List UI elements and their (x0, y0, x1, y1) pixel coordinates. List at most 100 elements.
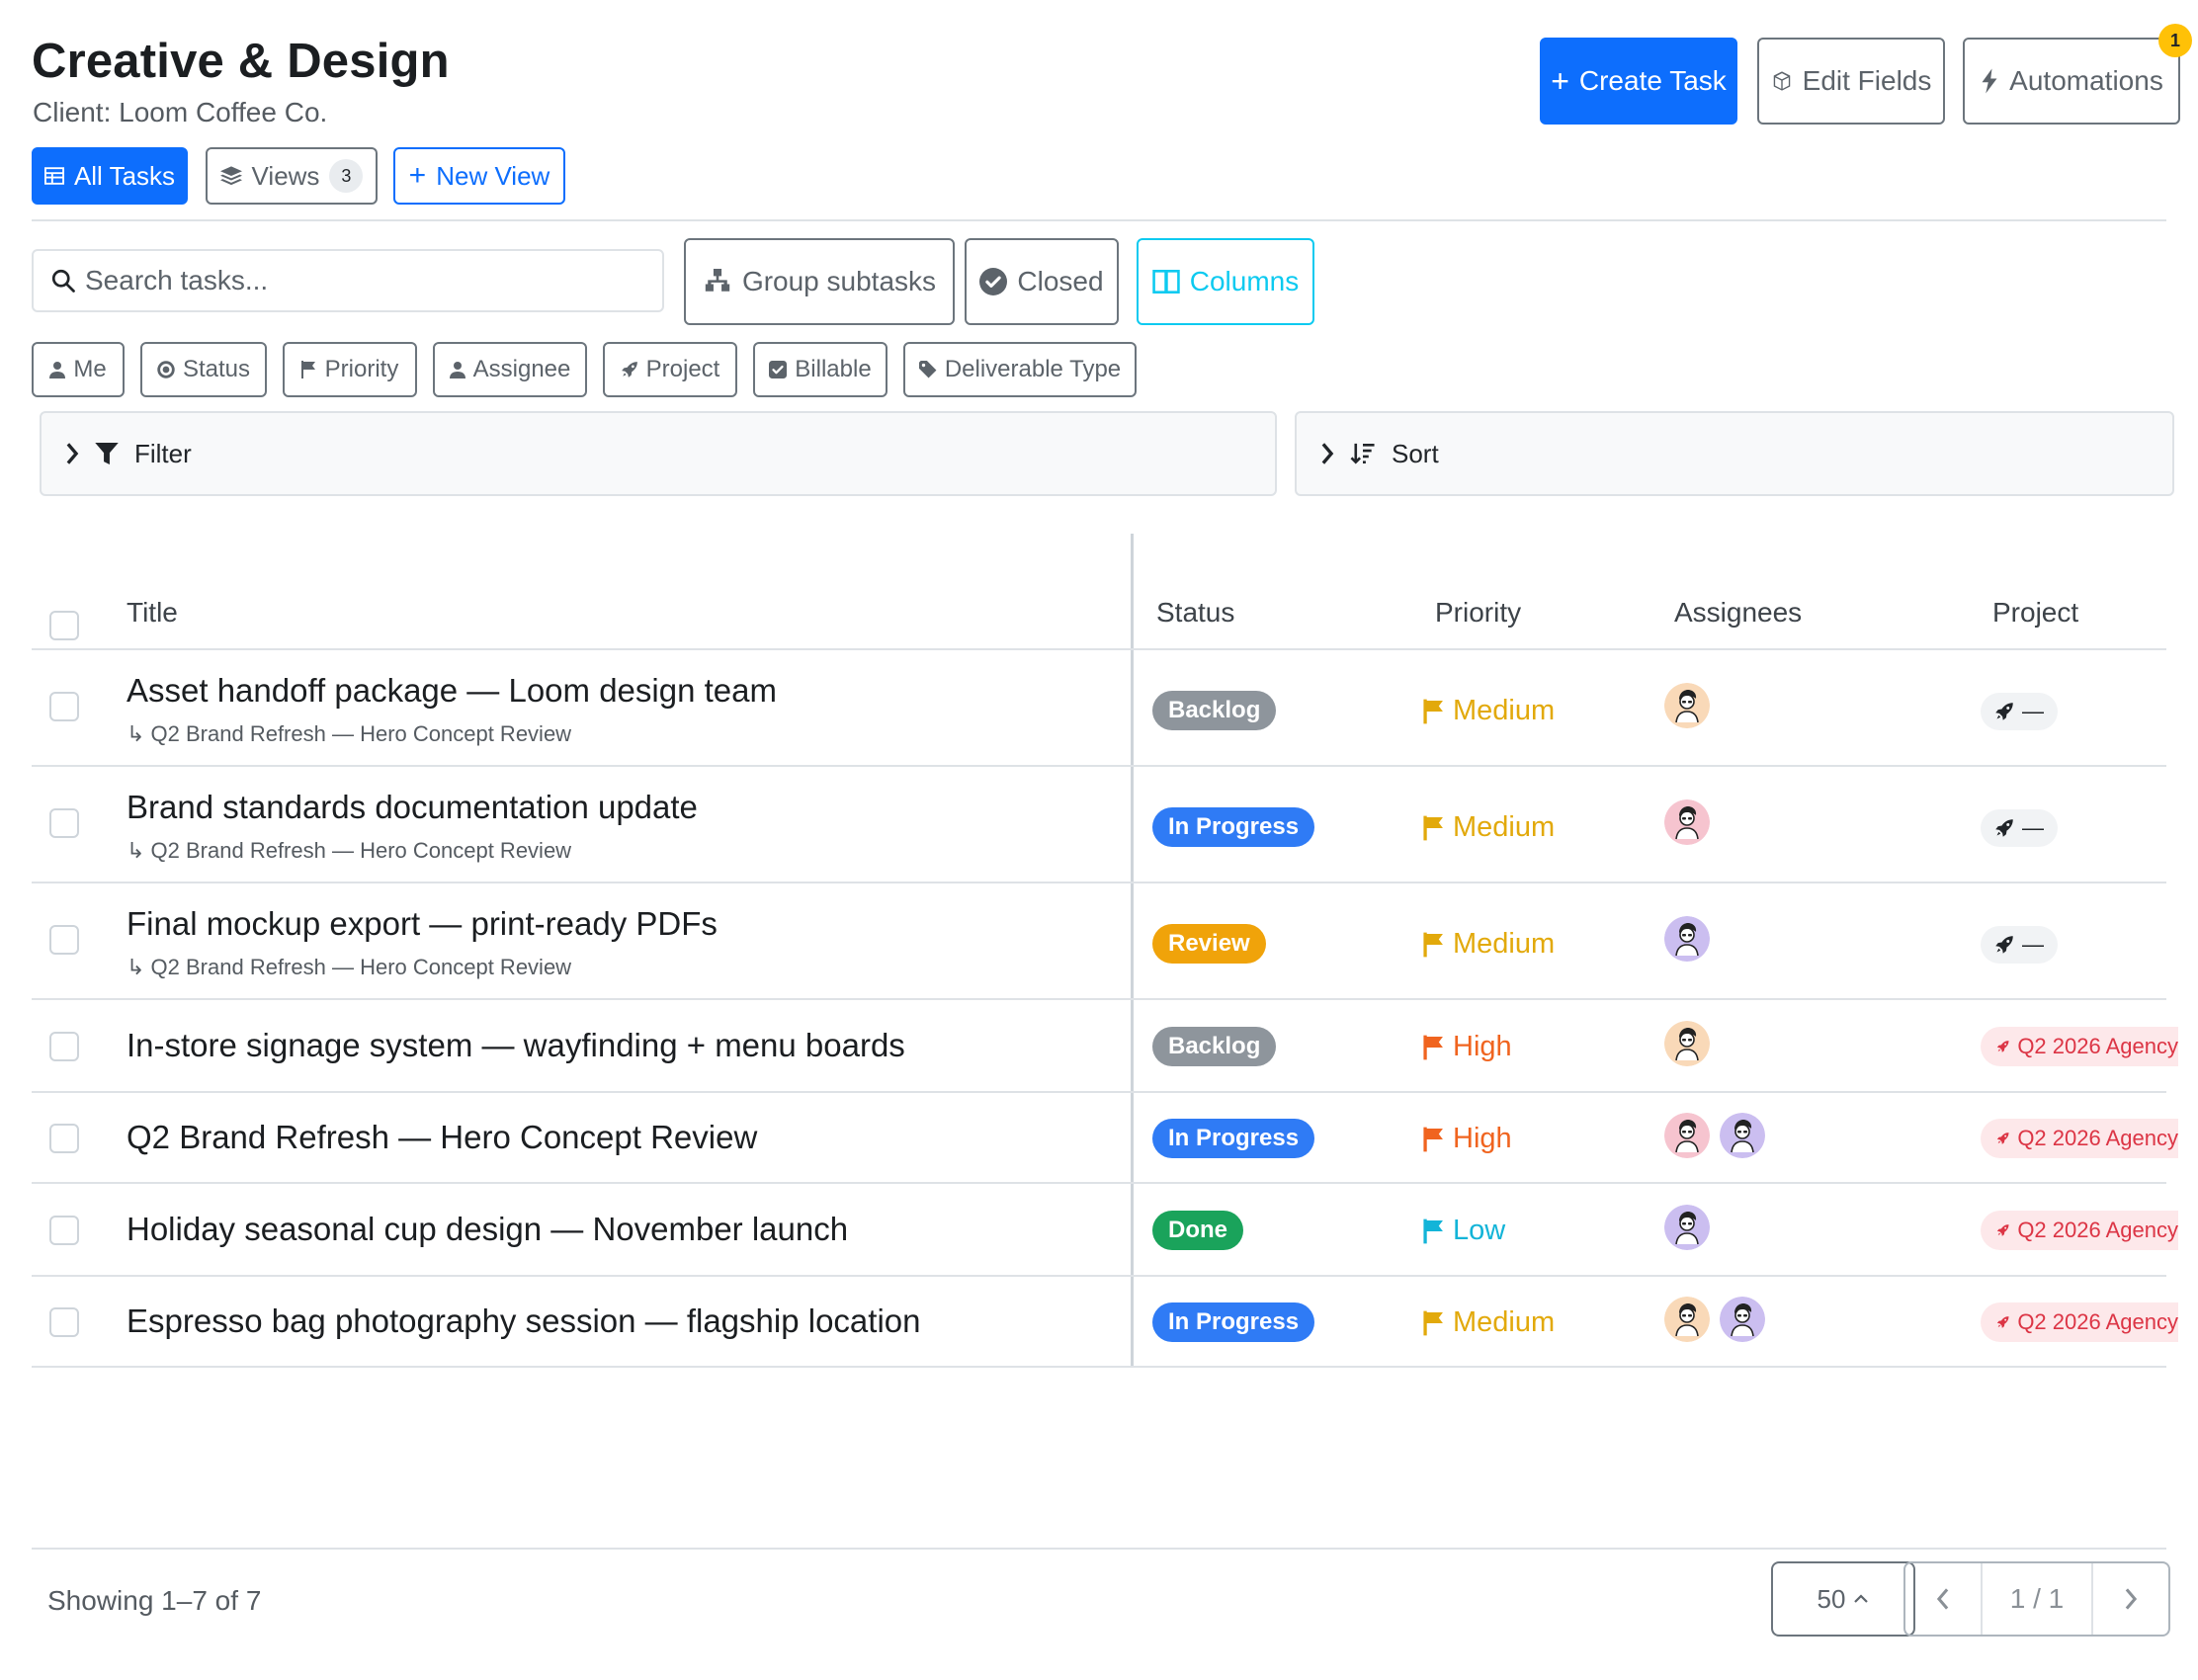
status-badge[interactable]: In Progress (1152, 1302, 1315, 1342)
assignee-avatars[interactable] (1664, 1205, 1710, 1250)
col-priority-header[interactable]: Priority (1435, 597, 1521, 629)
project-badge[interactable]: Q2 2026 Agency (1981, 1302, 2178, 1342)
table-row[interactable]: In-store signage system — wayfinding + m… (32, 1000, 2178, 1093)
chevron-right-icon (1321, 443, 1334, 464)
row-checkbox[interactable] (49, 808, 79, 838)
priority-indicator[interactable]: Medium (1423, 1306, 1555, 1339)
table-row[interactable]: Espresso bag photography session — flags… (32, 1277, 2178, 1368)
priority-indicator[interactable]: Medium (1423, 811, 1555, 844)
chip-priority-label: Priority (324, 356, 399, 382)
row-checkbox[interactable] (49, 1124, 79, 1153)
project-badge[interactable]: Q2 2026 Agency (1981, 1027, 2178, 1066)
assignee-avatars[interactable] (1664, 1113, 1765, 1158)
row-checkbox[interactable] (49, 1032, 79, 1061)
priority-indicator[interactable]: Low (1423, 1215, 1505, 1247)
row-checkbox[interactable] (49, 1216, 79, 1245)
row-checkbox[interactable] (49, 692, 79, 721)
create-task-button[interactable]: + Create Task (1540, 38, 1737, 125)
automations-label: Automations (2009, 65, 2163, 96)
footer-divider (32, 1548, 2166, 1550)
rocket-icon (1995, 936, 2013, 954)
select-all-checkbox[interactable] (49, 611, 79, 640)
views-button[interactable]: Views 3 (206, 147, 378, 205)
task-title[interactable]: In-store signage system — wayfinding + m… (127, 1027, 905, 1064)
status-badge[interactable]: Review (1152, 924, 1266, 964)
status-badge[interactable]: Done (1152, 1211, 1243, 1250)
task-title[interactable]: Asset handoff package — Loom design team (127, 672, 777, 710)
page-size-select[interactable]: 50 (1771, 1561, 1915, 1637)
parent-task-link[interactable]: ↳ Q2 Brand Refresh — Hero Concept Review (127, 838, 571, 864)
pagination: 1 / 1 (1903, 1561, 2170, 1637)
task-title[interactable]: Brand standards documentation update (127, 789, 698, 826)
task-title[interactable]: Espresso bag photography session — flags… (127, 1302, 921, 1340)
col-title-header[interactable]: Title (127, 597, 178, 629)
chip-status[interactable]: Status (140, 342, 267, 397)
project-badge[interactable]: Q2 2026 Agency (1981, 1119, 2178, 1158)
assignee-avatars[interactable] (1664, 683, 1710, 728)
automations-button[interactable]: Automations 1 (1963, 24, 2192, 125)
assignee-avatars[interactable] (1664, 799, 1710, 845)
priority-indicator[interactable]: Medium (1423, 928, 1555, 961)
filter-accordion[interactable]: Filter (40, 411, 1277, 496)
all-tasks-button[interactable]: All Tasks (32, 147, 188, 205)
task-title[interactable]: Q2 Brand Refresh — Hero Concept Review (127, 1119, 757, 1156)
search-input[interactable] (85, 265, 638, 296)
next-page-button[interactable] (2093, 1563, 2168, 1635)
person-icon (449, 362, 465, 378)
parent-task-link[interactable]: ↳ Q2 Brand Refresh — Hero Concept Review (127, 721, 571, 747)
project-label: Q2 2026 Agency (2017, 1309, 2178, 1334)
columns-button[interactable]: Columns (1137, 238, 1314, 325)
header-divider (32, 219, 2166, 221)
status-badge[interactable]: In Progress (1152, 807, 1315, 847)
prev-page-button[interactable] (1905, 1563, 1981, 1635)
assignee-avatars[interactable] (1664, 1021, 1710, 1066)
project-badge[interactable]: — (1981, 926, 2058, 964)
new-view-button[interactable]: + New View (393, 147, 565, 205)
closed-toggle-button[interactable]: Closed (965, 238, 1119, 325)
table-row[interactable]: Final mockup export — print-ready PDFs ↳ … (32, 883, 2166, 1000)
views-label: Views (251, 160, 320, 191)
sort-accordion[interactable]: Sort (1295, 411, 2174, 496)
priority-indicator[interactable]: High (1423, 1031, 1512, 1063)
row-checkbox[interactable] (49, 1307, 79, 1337)
avatar-illustration (1664, 799, 1710, 845)
search-box[interactable] (32, 249, 664, 312)
chip-priority[interactable]: Priority (283, 342, 417, 397)
table-row[interactable]: Brand standards documentation update ↳ Q2… (32, 767, 2166, 883)
assignee-avatars[interactable] (1664, 1297, 1765, 1342)
status-badge[interactable]: Backlog (1152, 1027, 1277, 1066)
col-assignees-header[interactable]: Assignees (1674, 597, 1802, 629)
flag-icon (1423, 1218, 1443, 1243)
col-project-header[interactable]: Project (1992, 597, 2078, 629)
project-badge[interactable]: Q2 2026 Agency (1981, 1211, 2178, 1250)
task-title[interactable]: Holiday seasonal cup design — November l… (127, 1211, 848, 1248)
edit-fields-button[interactable]: Edit Fields (1757, 38, 1945, 125)
status-badge[interactable]: In Progress (1152, 1119, 1315, 1158)
chip-deliverable-type[interactable]: Deliverable Type (903, 342, 1137, 397)
table-row[interactable]: Q2 Brand Refresh — Hero Concept Review In… (32, 1093, 2178, 1184)
sort-icon (1350, 443, 1375, 464)
chip-billable[interactable]: Billable (753, 342, 888, 397)
parent-task-link[interactable]: ↳ Q2 Brand Refresh — Hero Concept Review (127, 955, 571, 980)
table-row[interactable]: Asset handoff package — Loom design team… (32, 650, 2166, 767)
assignee-avatars[interactable] (1664, 916, 1710, 962)
priority-indicator[interactable]: Medium (1423, 695, 1555, 727)
closed-label: Closed (1017, 266, 1104, 296)
table-row[interactable]: Holiday seasonal cup design — November l… (32, 1184, 2178, 1277)
table-header: Title Status Priority Assignees Project (32, 534, 2166, 650)
status-badge[interactable]: Backlog (1152, 691, 1277, 730)
chip-me[interactable]: Me (32, 342, 125, 397)
chip-assignee-label: Assignee (472, 356, 571, 382)
project-badge[interactable]: — (1981, 693, 2058, 730)
col-status-header[interactable]: Status (1156, 597, 1234, 629)
row-checkbox[interactable] (49, 925, 79, 955)
group-subtasks-button[interactable]: Group subtasks (684, 238, 955, 325)
priority-indicator[interactable]: High (1423, 1123, 1512, 1155)
task-title[interactable]: Final mockup export — print-ready PDFs (127, 905, 718, 943)
rocket-icon (1996, 1133, 2009, 1144)
flag-icon (1423, 1310, 1443, 1335)
project-badge[interactable]: — (1981, 809, 2058, 847)
chip-project[interactable]: Project (603, 342, 737, 397)
chip-assignee[interactable]: Assignee (433, 342, 587, 397)
chip-status-label: Status (182, 356, 251, 382)
